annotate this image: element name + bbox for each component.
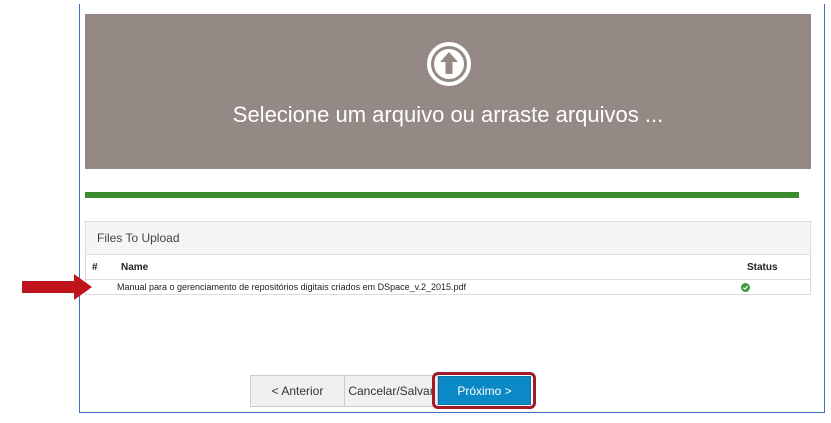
file-dropzone[interactable] bbox=[85, 14, 811, 169]
upload-progress-bar bbox=[85, 192, 799, 198]
previous-button[interactable]: < Anterior bbox=[250, 375, 345, 407]
upload-progress-fill bbox=[85, 192, 799, 198]
next-button[interactable]: Próximo > bbox=[438, 376, 531, 405]
panel-heading: Files To Upload bbox=[86, 222, 810, 255]
table-divider bbox=[86, 279, 810, 280]
cancel-save-button[interactable]: Cancelar/Salvar bbox=[344, 375, 438, 407]
column-header-name: Name bbox=[121, 262, 149, 273]
column-header-index: # bbox=[92, 262, 98, 273]
column-header-status: Status bbox=[747, 262, 778, 273]
file-name-cell: Manual para o gerenciamento de repositór… bbox=[117, 282, 467, 292]
red-arrow-icon bbox=[22, 274, 92, 300]
check-circle-icon bbox=[741, 283, 750, 292]
upload-circle-icon[interactable] bbox=[426, 41, 472, 87]
files-to-upload-panel: Files To Upload # Name Status Manual par… bbox=[85, 221, 811, 295]
dropzone-text: Selecione um arquivo ou arraste arquivos… bbox=[232, 102, 664, 127]
